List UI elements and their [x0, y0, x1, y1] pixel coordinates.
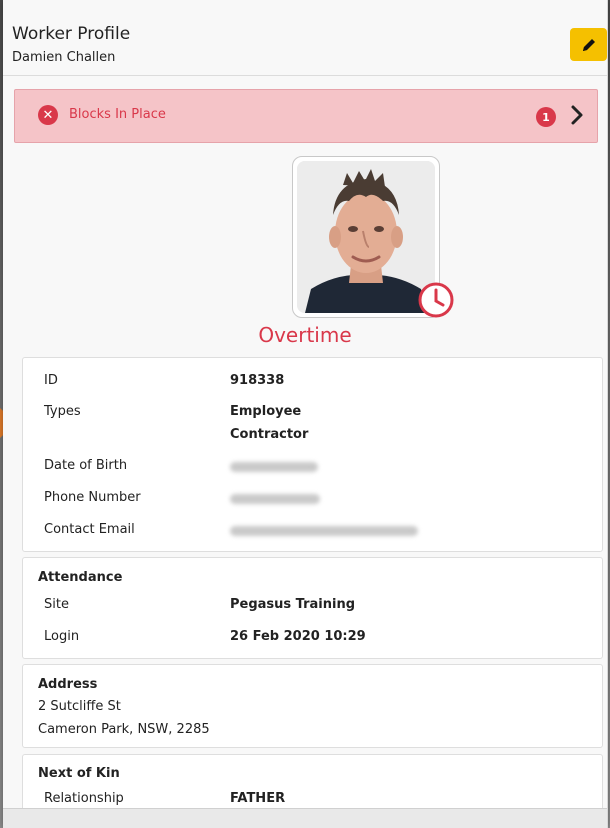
profile-header: Worker Profile Damien Challen [3, 13, 607, 76]
relationship-label: Relationship [44, 791, 124, 806]
dob-label: Date of Birth [44, 458, 128, 473]
address-line: 2 Sutcliffe St [38, 699, 121, 714]
alert-count-badge: 1 [536, 107, 556, 127]
address-title: Address [38, 677, 98, 692]
alert-text: Blocks In Place [69, 107, 166, 122]
worker-profile-panel: Worker Profile Damien Challen ✕ Blocks I… [3, 0, 608, 828]
address-line: Cameron Park, NSW, 2285 [38, 722, 210, 737]
email-value-redacted [230, 526, 418, 536]
next-of-kin-title: Next of Kin [38, 766, 120, 781]
worker-name: Damien Challen [12, 50, 116, 65]
login-value: 26 Feb 2020 10:29 [230, 629, 366, 644]
status-label: Overtime [258, 323, 352, 347]
email-label: Contact Email [44, 522, 135, 537]
types-label: Types [44, 404, 81, 419]
chevron-right-icon[interactable] [570, 104, 584, 126]
page-title: Worker Profile [12, 24, 131, 44]
address-card: Address 2 Sutcliffe St Cameron Park, NSW… [22, 664, 603, 748]
relationship-value: FATHER [230, 791, 286, 806]
clock-icon [418, 282, 454, 318]
attendance-title: Attendance [38, 570, 123, 585]
blocks-alert[interactable]: ✕ Blocks In Place 1 [14, 89, 598, 143]
type-value: Employee [230, 404, 302, 419]
site-value: Pegasus Training [230, 597, 356, 612]
details-card: ID 918338 Types Employee Contractor Date… [22, 357, 603, 552]
bottom-bar [3, 808, 607, 828]
type-value: Contractor [230, 427, 309, 442]
attendance-card: Attendance Site Pegasus Training Login 2… [22, 557, 603, 659]
id-value: 918338 [230, 373, 285, 388]
login-label: Login [44, 629, 80, 644]
site-label: Site [44, 597, 69, 612]
avatar [297, 161, 435, 313]
close-circle-icon: ✕ [38, 105, 58, 125]
pencil-icon [582, 38, 595, 51]
id-label: ID [44, 373, 58, 388]
phone-value-redacted [230, 494, 320, 504]
dob-value-redacted [230, 462, 318, 472]
phone-label: Phone Number [44, 490, 141, 505]
edit-button[interactable] [570, 28, 607, 61]
